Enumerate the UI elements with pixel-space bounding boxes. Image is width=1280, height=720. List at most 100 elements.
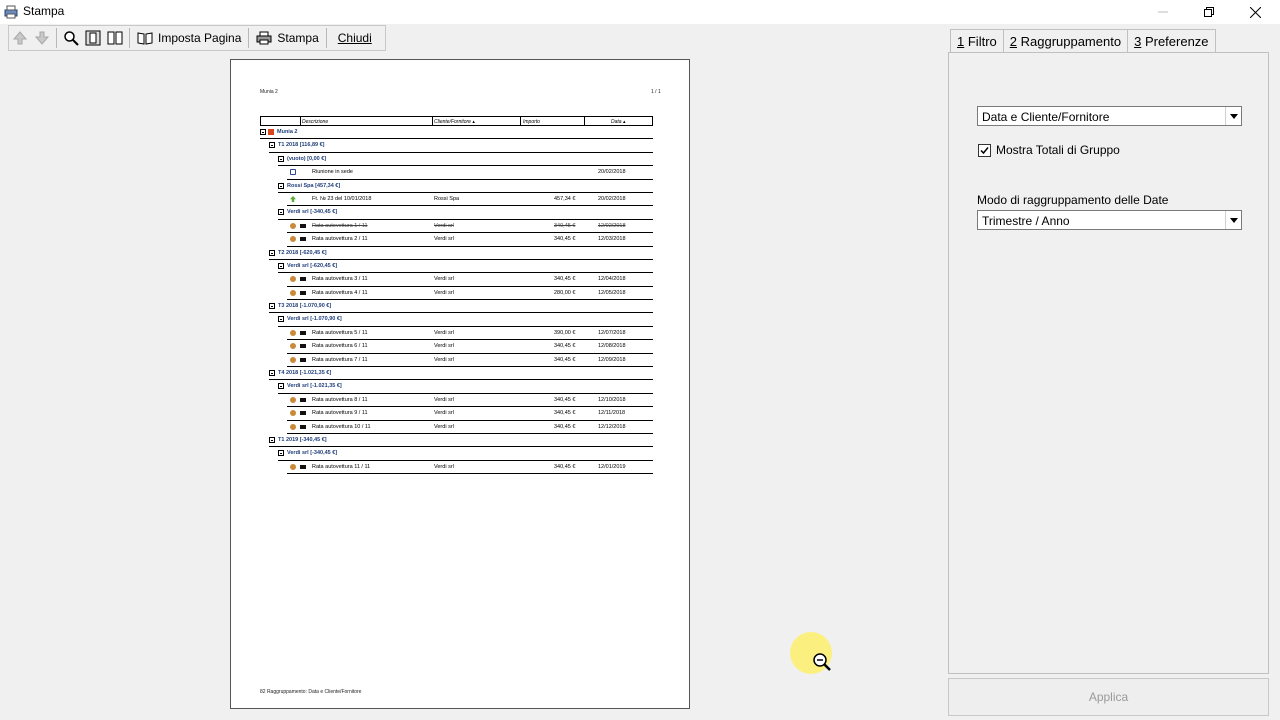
minimize-button[interactable] — [1140, 0, 1186, 24]
collapse-toggle-icon[interactable] — [260, 129, 266, 135]
page-setup-label: Imposta Pagina — [158, 31, 242, 45]
group-label: T1 2019 [-340,45 €] — [278, 436, 327, 443]
money-icon — [290, 289, 296, 296]
table-row: Rata autovettura 7 / 11 Verdi srl 340,45 €… — [287, 354, 653, 368]
cell-date: 12/03/2018 — [598, 236, 626, 243]
table-row: Rata autovettura 6 / 11 Verdi srl 340,45 €… — [287, 340, 653, 354]
minimize-icon — [1158, 11, 1168, 13]
tab-filter-num: 1 — [957, 33, 965, 49]
cell-desc: Rata autovettura 5 / 11 — [312, 329, 368, 336]
cell-amount: 340,45 € — [554, 463, 576, 470]
zoom-out-cursor-icon — [813, 653, 831, 671]
next-page-button[interactable] — [31, 27, 53, 49]
grouping-select[interactable]: Data e Cliente/Fornitore — [977, 106, 1242, 126]
window-title: Stampa — [23, 4, 65, 18]
collapse-toggle-icon[interactable] — [269, 303, 275, 310]
cell-date: 20/02/2018 — [598, 195, 626, 202]
zoom-button[interactable] — [60, 27, 82, 49]
single-page-icon — [85, 30, 101, 46]
collapse-toggle-icon[interactable] — [278, 383, 284, 390]
money-icon — [290, 356, 296, 363]
date-mode-select-value: Trimestre / Anno — [982, 214, 1070, 228]
tab-preferences[interactable]: 3 Preferenze — [1127, 29, 1216, 52]
cell-client: Rossi Spa — [434, 195, 460, 202]
cell-client: Verdi srl — [434, 410, 454, 417]
close-label: Chiudi — [337, 31, 372, 45]
cell-amount: 340,45 € — [554, 276, 576, 283]
collapse-toggle-icon[interactable] — [269, 436, 275, 443]
cell-client: Verdi srl — [434, 396, 454, 403]
tab-preferences-num: 3 — [1134, 33, 1142, 49]
print-preview-area[interactable]: Munia 2 1 / 1 Descrizione Cliente/Fornit… — [0, 52, 945, 720]
date-mode-select[interactable]: Trimestre / Anno — [977, 210, 1242, 230]
money-icon — [290, 276, 296, 283]
cell-desc: Rata autovettura 2 / 11 — [312, 236, 368, 243]
collapse-toggle-icon[interactable] — [278, 155, 284, 162]
cell-amount: 340,45 € — [554, 236, 576, 243]
cell-date: 12/10/2018 — [598, 396, 626, 403]
apply-button[interactable]: Applica — [948, 678, 1269, 716]
group-label: Rossi Spa [457,34 €] — [287, 182, 341, 189]
collapse-toggle-icon[interactable] — [278, 262, 284, 269]
chevron-down-icon[interactable] — [1225, 107, 1241, 125]
cell-amount: 390,00 € — [554, 329, 576, 336]
clock-icon — [290, 169, 296, 176]
group-row: Verdi srl [-620,45 €] — [278, 260, 653, 274]
column-header-date: Data ▴ — [611, 119, 626, 125]
tab-grouping[interactable]: 2 Raggruppamento — [1002, 29, 1129, 53]
money-icon — [290, 423, 296, 430]
checkmark-icon — [980, 146, 989, 154]
chevron-down-icon[interactable] — [1225, 211, 1241, 229]
close-button[interactable]: Chiudi — [330, 27, 376, 49]
collapse-toggle-icon[interactable] — [269, 370, 275, 377]
money-icon — [290, 343, 296, 350]
up-arrow-icon — [290, 195, 296, 202]
two-pages-icon — [107, 31, 123, 45]
collapse-toggle-icon[interactable] — [269, 142, 275, 149]
table-row: Rata autovettura 8 / 11 Verdi srl 340,45 €… — [287, 394, 653, 408]
cell-amount: 340,45 € — [554, 356, 576, 363]
cell-client: Verdi srl — [434, 356, 454, 363]
tab-filter[interactable]: 1 Filtro — [950, 29, 1004, 52]
two-pages-button[interactable] — [104, 27, 126, 49]
cell-amount: 340,45 € — [554, 343, 576, 350]
previous-page-button[interactable] — [9, 27, 31, 49]
collapse-toggle-icon[interactable] — [278, 182, 284, 189]
cell-date: 12/11/2018 — [598, 410, 626, 417]
print-button[interactable]: Stampa — [252, 27, 322, 49]
column-header-amount: Importo — [523, 119, 540, 125]
link-icon — [300, 237, 306, 242]
link-icon — [300, 464, 306, 469]
link-icon — [300, 357, 306, 362]
toolbar-separator — [129, 28, 130, 48]
table-row: Rata autovettura 9 / 11 Verdi srl 340,45 €… — [287, 407, 653, 421]
close-window-button[interactable] — [1232, 0, 1278, 24]
cell-date: 12/07/2018 — [598, 329, 626, 336]
show-group-totals-checkbox[interactable] — [978, 143, 991, 157]
link-icon — [300, 223, 306, 228]
cell-client: Verdi srl — [434, 276, 454, 283]
cell-desc: Rata autovettura 7 / 11 — [312, 356, 368, 363]
cell-date: 12/04/2018 — [598, 276, 626, 283]
page-footer: 82 Raggruppamento: Data e Cliente/Fornit… — [260, 689, 362, 695]
tab-filter-label: Filtro — [967, 33, 997, 49]
cell-date: 12/08/2018 — [598, 343, 626, 350]
collapse-toggle-icon[interactable] — [269, 249, 275, 256]
collapse-toggle-icon[interactable] — [278, 450, 284, 457]
show-group-totals-row[interactable]: Mostra Totali di Gruppo — [978, 143, 1120, 157]
page-setup-button[interactable]: Imposta Pagina — [133, 27, 245, 49]
title-bar: Stampa — [0, 0, 1280, 24]
tab-grouping-label: Raggruppamento — [1020, 34, 1122, 49]
cell-client: Verdi srl — [434, 343, 454, 350]
group-label: Verdi srl [-1.021,35 €] — [287, 383, 342, 390]
page-number: 1 / 1 — [651, 89, 661, 95]
table-row: Rata autovettura 4 / 11 Verdi srl 280,00 €… — [287, 287, 653, 301]
restore-button[interactable] — [1186, 0, 1232, 24]
cell-desc: Rata autovettura 1 / 11 — [312, 222, 368, 229]
collapse-toggle-icon[interactable] — [278, 209, 284, 216]
collapse-toggle-icon[interactable] — [278, 316, 284, 323]
cell-amount: 340,45 € — [554, 410, 576, 417]
single-page-button[interactable] — [82, 27, 104, 49]
group-row: Munia 2 — [260, 126, 653, 140]
restore-icon — [1204, 7, 1214, 17]
